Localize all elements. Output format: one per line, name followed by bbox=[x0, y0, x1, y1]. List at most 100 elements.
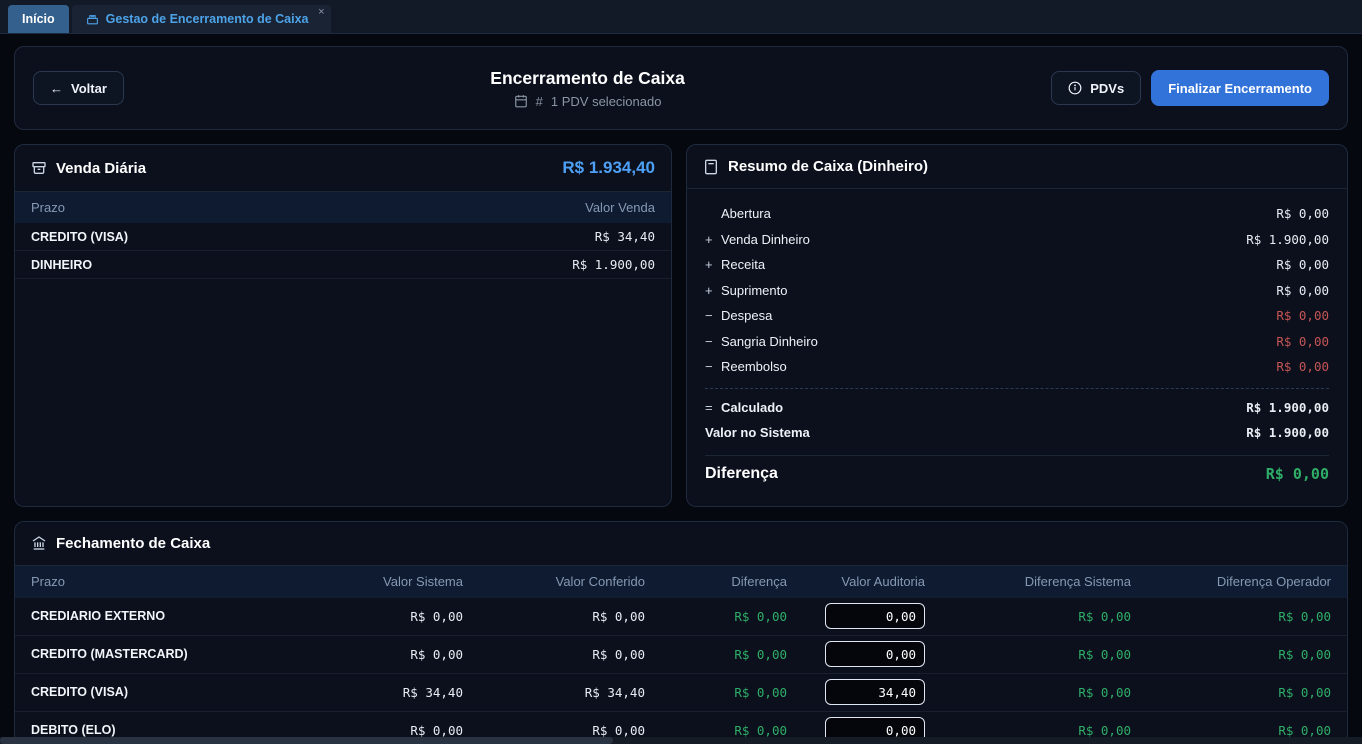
plus-icon: + bbox=[705, 283, 721, 298]
tab-inicio[interactable]: Início bbox=[8, 5, 69, 33]
equals-icon: = bbox=[705, 400, 721, 415]
venda-diaria-title: Venda Diária bbox=[56, 160, 146, 177]
tab-inicio-label: Início bbox=[22, 12, 55, 26]
tab-gestao-encerramento[interactable]: Gestao de Encerramento de Caixa × bbox=[72, 5, 331, 33]
finalizar-label: Finalizar Encerramento bbox=[1168, 81, 1312, 96]
diferenca-value: R$ 0,00 bbox=[645, 647, 787, 662]
prazo-label: CREDIARIO EXTERNO bbox=[31, 609, 333, 623]
calendar-icon bbox=[514, 94, 528, 108]
fechamento-title: Fechamento de Caixa bbox=[56, 535, 210, 552]
col-diferenca-sistema: Diferença Sistema bbox=[925, 574, 1131, 589]
main-content: ← Voltar Encerramento de Caixa # 1 PDV s… bbox=[0, 34, 1362, 744]
prazo-label: DINHEIRO bbox=[31, 258, 92, 272]
valor-conferido-value: R$ 0,00 bbox=[463, 609, 645, 624]
finalizar-encerramento-button[interactable]: Finalizar Encerramento bbox=[1151, 70, 1329, 106]
resumo-row: + Venda Dinheiro R$ 1.900,00 bbox=[705, 227, 1329, 253]
valor-sistema-value: R$ 0,00 bbox=[333, 609, 463, 624]
diferenca-operador-value: R$ 0,00 bbox=[1131, 609, 1331, 624]
prazo-label: CREDITO (VISA) bbox=[31, 685, 333, 699]
resumo-label: Venda Dinheiro bbox=[721, 232, 810, 247]
prazo-label: DEBITO (ELO) bbox=[31, 723, 333, 737]
resumo-value: R$ 0,00 bbox=[1276, 283, 1329, 298]
horizontal-scrollbar[interactable] bbox=[0, 737, 1362, 744]
plus-icon: + bbox=[705, 232, 721, 247]
cash-drawer-icon bbox=[31, 160, 47, 176]
scrollbar-thumb[interactable] bbox=[0, 737, 613, 744]
table-row: DINHEIRO R$ 1.900,00 bbox=[15, 251, 671, 279]
valor-auditoria-input[interactable] bbox=[825, 679, 925, 705]
valor-venda-value: R$ 34,40 bbox=[595, 229, 655, 244]
resumo-caixa-panel: Resumo de Caixa (Dinheiro) Abertura R$ 0… bbox=[686, 144, 1348, 507]
fechamento-header: Fechamento de Caixa bbox=[15, 522, 1347, 566]
valor-conferido-value: R$ 0,00 bbox=[463, 723, 645, 738]
back-button[interactable]: ← Voltar bbox=[33, 71, 124, 105]
hash-icon: # bbox=[536, 94, 543, 109]
header-actions: PDVs Finalizar Encerramento bbox=[1051, 70, 1329, 106]
resumo-body: Abertura R$ 0,00 + Venda Dinheiro R$ 1.9… bbox=[687, 189, 1347, 506]
valor-sistema-label: Valor no Sistema bbox=[705, 425, 810, 440]
pdv-selected-text: 1 PDV selecionado bbox=[551, 94, 662, 109]
pdvs-button[interactable]: PDVs bbox=[1051, 71, 1141, 105]
resumo-row: Abertura R$ 0,00 bbox=[705, 201, 1329, 227]
diferenca-label: Diferença bbox=[705, 465, 778, 483]
info-circle-icon bbox=[1068, 81, 1082, 95]
page-header: ← Voltar Encerramento de Caixa # 1 PDV s… bbox=[14, 46, 1348, 130]
minus-icon: − bbox=[705, 359, 721, 374]
panels-row: Venda Diária R$ 1.934,40 Prazo Valor Ven… bbox=[14, 144, 1348, 507]
valor-venda-value: R$ 1.900,00 bbox=[572, 257, 655, 272]
resumo-label: Despesa bbox=[721, 308, 772, 323]
resumo-value: R$ 0,00 bbox=[1276, 359, 1329, 374]
table-row: CREDITO (VISA) R$ 34,40 bbox=[15, 223, 671, 251]
resumo-value: R$ 0,00 bbox=[1276, 308, 1329, 323]
fechamento-caixa-panel: Fechamento de Caixa Prazo Valor Sistema … bbox=[14, 521, 1348, 744]
resumo-value: R$ 0,00 bbox=[1276, 257, 1329, 272]
page-title: Encerramento de Caixa bbox=[490, 68, 685, 89]
resumo-label: Abertura bbox=[721, 206, 771, 221]
diferenca-row: Diferença R$ 0,00 bbox=[705, 456, 1329, 492]
diferenca-operador-value: R$ 0,00 bbox=[1131, 723, 1331, 738]
resumo-value: R$ 0,00 bbox=[1276, 206, 1329, 221]
valor-auditoria-input[interactable] bbox=[825, 603, 925, 629]
diferenca-value: R$ 0,00 bbox=[645, 723, 787, 738]
resumo-caixa-title: Resumo de Caixa (Dinheiro) bbox=[728, 158, 928, 175]
cash-register-icon bbox=[86, 13, 99, 26]
resumo-row: + Receita R$ 0,00 bbox=[705, 252, 1329, 278]
table-row: CREDITO (MASTERCARD) R$ 0,00 R$ 0,00 R$ … bbox=[15, 636, 1347, 674]
diferenca-value: R$ 0,00 bbox=[1266, 465, 1329, 483]
col-valor-venda: Valor Venda bbox=[585, 200, 655, 215]
valor-sistema-value: R$ 0,00 bbox=[333, 647, 463, 662]
resumo-row: + Suprimento R$ 0,00 bbox=[705, 278, 1329, 304]
minus-icon: − bbox=[705, 308, 721, 323]
resumo-row: − Reembolso R$ 0,00 bbox=[705, 354, 1329, 380]
resumo-caixa-header: Resumo de Caixa (Dinheiro) bbox=[687, 145, 1347, 189]
diferenca-sistema-value: R$ 0,00 bbox=[925, 685, 1131, 700]
valor-conferido-value: R$ 34,40 bbox=[463, 685, 645, 700]
col-valor-auditoria: Valor Auditoria bbox=[787, 574, 925, 589]
valor-auditoria-cell bbox=[787, 679, 925, 705]
col-prazo: Prazo bbox=[31, 574, 333, 589]
tab-close-icon[interactable]: × bbox=[318, 6, 324, 18]
plus-icon: + bbox=[705, 257, 721, 272]
fechamento-table-header: Prazo Valor Sistema Valor Conferido Dife… bbox=[15, 566, 1347, 598]
calculado-label: Calculado bbox=[721, 400, 783, 415]
col-diferenca-operador: Diferença Operador bbox=[1131, 574, 1331, 589]
tab-bar: Início Gestao de Encerramento de Caixa × bbox=[0, 0, 1362, 34]
venda-diaria-total: R$ 1.934,40 bbox=[562, 158, 655, 178]
resumo-label: Suprimento bbox=[721, 283, 787, 298]
calculado-row: = Calculado R$ 1.900,00 bbox=[705, 395, 1329, 421]
col-valor-conferido: Valor Conferido bbox=[463, 574, 645, 589]
venda-table-header: Prazo Valor Venda bbox=[15, 192, 671, 223]
resumo-row: − Sangria Dinheiro R$ 0,00 bbox=[705, 329, 1329, 355]
resumo-label: Sangria Dinheiro bbox=[721, 334, 818, 349]
valor-auditoria-input[interactable] bbox=[825, 641, 925, 667]
valor-sistema-value: R$ 1.900,00 bbox=[1246, 425, 1329, 440]
resumo-label: Receita bbox=[721, 257, 765, 272]
calculator-icon bbox=[703, 159, 719, 175]
resumo-value: R$ 1.900,00 bbox=[1246, 232, 1329, 247]
diferenca-operador-value: R$ 0,00 bbox=[1131, 647, 1331, 662]
prazo-label: CREDITO (MASTERCARD) bbox=[31, 647, 333, 661]
table-row: CREDITO (VISA) R$ 34,40 R$ 34,40 R$ 0,00… bbox=[15, 674, 1347, 712]
diferenca-value: R$ 0,00 bbox=[645, 685, 787, 700]
venda-diaria-panel: Venda Diária R$ 1.934,40 Prazo Valor Ven… bbox=[14, 144, 672, 507]
valor-auditoria-cell bbox=[787, 603, 925, 629]
